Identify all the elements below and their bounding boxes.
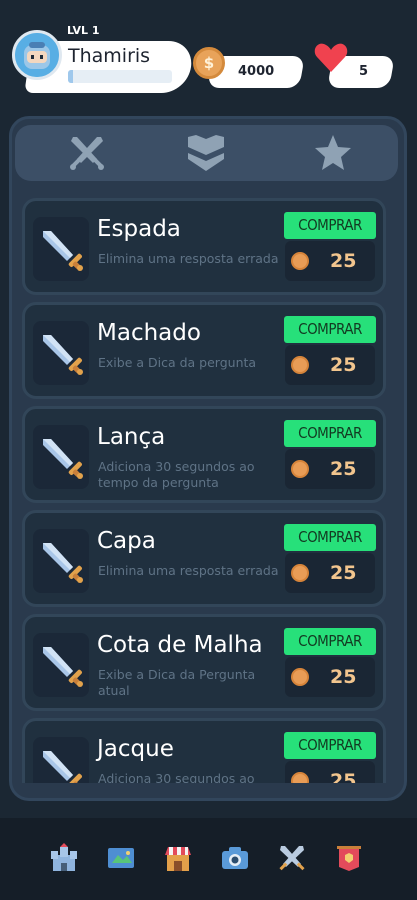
crossed-swords-icon xyxy=(70,137,104,170)
shop-item-card[interactable]: Lança Adiciona 30 segundos ao tempo da p… xyxy=(22,406,386,503)
shop-item-card[interactable]: Espada Elimina uma resposta errada COMPR… xyxy=(22,198,386,295)
item-icon-box xyxy=(33,321,89,385)
shop-item-card[interactable]: Capa Elimina uma resposta errada COMPRAR… xyxy=(22,510,386,607)
sword-icon xyxy=(37,329,85,381)
heart-icon xyxy=(314,42,348,78)
player-level: LVL 1 xyxy=(67,24,100,37)
sword-icon xyxy=(37,641,85,693)
tab-weapons[interactable] xyxy=(37,125,137,181)
buy-button[interactable]: COMPRAR xyxy=(284,524,376,551)
map-icon xyxy=(106,843,136,877)
purchase-block: COMPRAR 25 xyxy=(284,420,376,490)
item-title: Machado xyxy=(97,320,201,346)
purchase-block: COMPRAR 25 xyxy=(284,628,376,698)
nav-crossed-swords[interactable] xyxy=(276,844,308,876)
item-title: Espada xyxy=(97,216,181,242)
price-tag: 25 xyxy=(285,657,375,697)
coin-icon xyxy=(291,356,309,374)
castle-icon xyxy=(49,843,79,877)
shop-icon xyxy=(163,843,193,877)
banner-icon xyxy=(334,843,364,877)
item-icon-box xyxy=(33,633,89,697)
sword-icon xyxy=(37,433,85,485)
item-icon-box xyxy=(33,425,89,489)
item-title: Jacque xyxy=(97,736,174,762)
item-icon-box xyxy=(33,737,89,783)
coin-icon xyxy=(291,252,309,270)
purchase-block: COMPRAR 25 xyxy=(284,524,376,594)
avatar[interactable] xyxy=(12,30,62,80)
buy-button[interactable]: COMPRAR xyxy=(284,316,376,343)
coin-icon xyxy=(291,564,309,582)
nav-castle[interactable] xyxy=(48,843,80,877)
item-icon-box xyxy=(33,529,89,593)
xp-progress-bar xyxy=(68,70,172,83)
top-bar: LVL 1 Thamiris $ 4000 5 xyxy=(0,0,417,100)
lives-count: 5 xyxy=(359,64,369,79)
camera-icon xyxy=(220,843,250,877)
coin-icon xyxy=(291,460,309,478)
item-price: 25 xyxy=(330,354,357,376)
item-description: Exibe a Dica da pergunta xyxy=(98,355,257,370)
coin-icon xyxy=(291,772,309,783)
purchase-block: COMPRAR 25 xyxy=(284,212,376,282)
nav-map[interactable] xyxy=(105,844,137,876)
buy-button[interactable]: COMPRAR xyxy=(284,628,376,655)
price-tag: 25 xyxy=(285,449,375,489)
item-price: 25 xyxy=(330,770,357,783)
price-tag: 25 xyxy=(285,761,375,783)
coin-icon xyxy=(291,668,309,686)
shop-tab-bar xyxy=(15,125,398,181)
item-description: Elimina uma resposta errada xyxy=(98,563,279,578)
nav-banner[interactable] xyxy=(333,844,365,876)
item-description: Adiciona 30 segundos ao tempo da pergunt… xyxy=(98,459,255,490)
buy-button[interactable]: COMPRAR xyxy=(284,732,376,759)
item-description: Elimina uma resposta errada xyxy=(98,251,279,266)
crossed-swords-icon xyxy=(277,843,307,877)
sword-icon xyxy=(37,537,85,589)
item-description: Exibe a Dica da Pergunta atual xyxy=(98,667,256,698)
nav-camera[interactable] xyxy=(219,844,251,876)
item-title: Cota de Malha xyxy=(97,632,263,658)
price-tag: 25 xyxy=(285,553,375,593)
sword-icon xyxy=(37,225,85,277)
shop-item-card[interactable]: Jacque Adiciona 30 segundos ao COMPRAR 2… xyxy=(22,718,386,783)
item-description: Adiciona 30 segundos ao xyxy=(98,771,255,783)
shop-item-card[interactable]: Cota de Malha Exibe a Dica da Pergunta a… xyxy=(22,614,386,711)
coin-count: 4000 xyxy=(238,64,275,79)
item-price: 25 xyxy=(330,666,357,688)
xp-progress-fill xyxy=(68,70,74,83)
purchase-block: COMPRAR 25 xyxy=(284,732,376,783)
nav-shop[interactable] xyxy=(162,844,194,876)
price-tag: 25 xyxy=(285,345,375,385)
player-name: Thamiris xyxy=(68,45,151,67)
buy-button[interactable]: COMPRAR xyxy=(284,212,376,239)
star-icon xyxy=(315,135,351,170)
shop-item-card[interactable]: Machado Exibe a Dica da pergunta COMPRAR… xyxy=(22,302,386,399)
item-price: 25 xyxy=(330,250,357,272)
tab-armor[interactable] xyxy=(156,125,256,181)
bottom-nav xyxy=(0,818,417,900)
purchase-block: COMPRAR 25 xyxy=(284,316,376,386)
item-price: 25 xyxy=(330,562,357,584)
tab-special[interactable] xyxy=(283,125,383,181)
buy-button[interactable]: COMPRAR xyxy=(284,420,376,447)
item-title: Capa xyxy=(97,528,156,554)
coin-icon: $ xyxy=(193,47,225,79)
sword-icon xyxy=(37,745,85,783)
knight-avatar-icon xyxy=(15,33,59,77)
item-price: 25 xyxy=(330,458,357,480)
item-list[interactable]: Espada Elimina uma resposta errada COMPR… xyxy=(22,198,390,783)
shield-icon xyxy=(188,135,224,171)
item-title: Lança xyxy=(97,424,166,450)
price-tag: 25 xyxy=(285,241,375,281)
item-icon-box xyxy=(33,217,89,281)
